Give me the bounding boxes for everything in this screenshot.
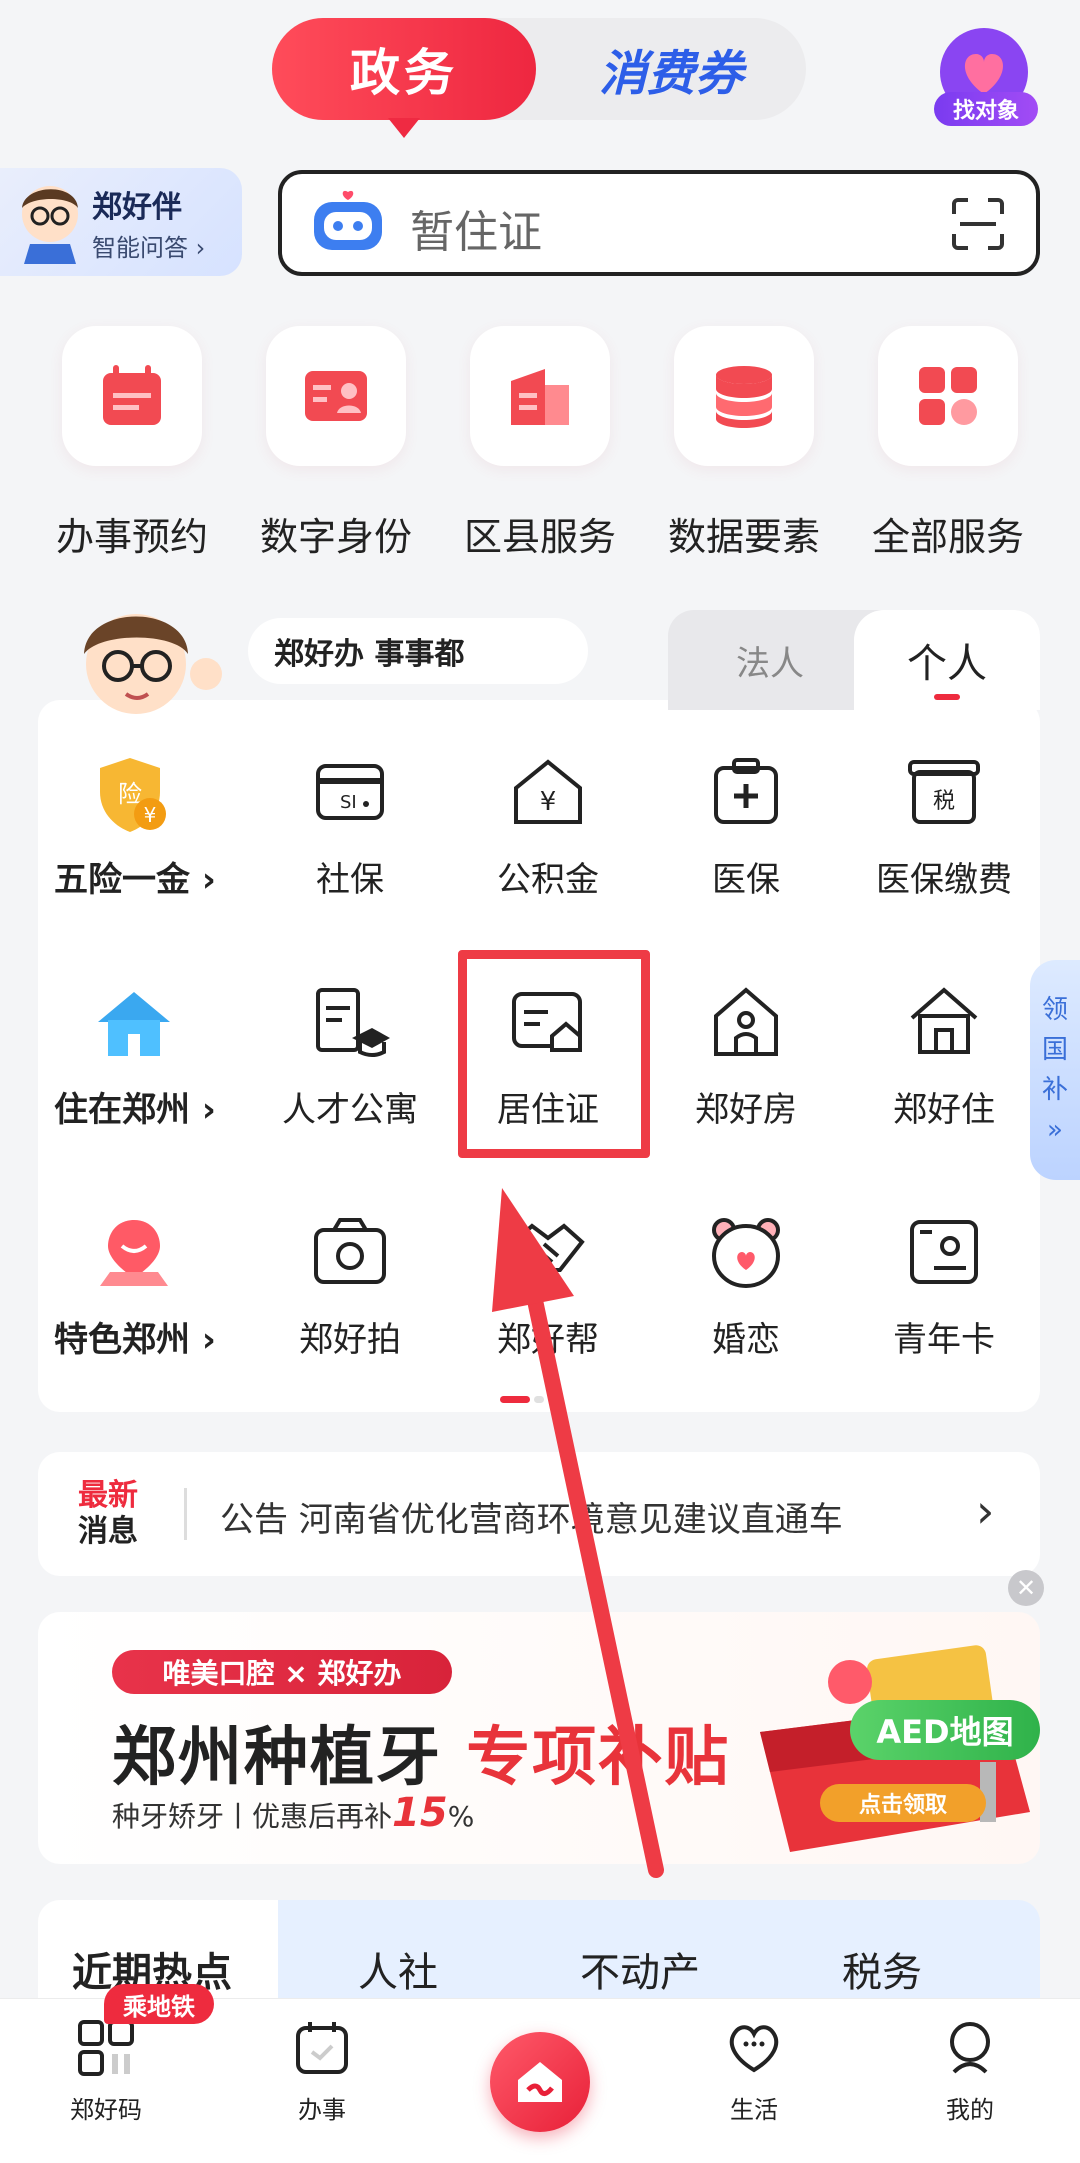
page-indicator-active bbox=[500, 1396, 530, 1403]
home-icon[interactable] bbox=[490, 2032, 590, 2132]
nav-label-affairs[interactable]: 办事 bbox=[262, 2090, 382, 2125]
top-tab-switch: 政务 消费券 bbox=[272, 18, 806, 138]
handshake-icon[interactable] bbox=[508, 1212, 588, 1292]
search-input[interactable]: 暂住证 bbox=[410, 196, 542, 260]
mascot-icon bbox=[84, 614, 222, 714]
service-help[interactable]: 郑好帮 bbox=[448, 1312, 648, 1361]
nav-label-qr[interactable]: 郑好码 bbox=[46, 2090, 166, 2125]
chevron-right-icon: › bbox=[195, 234, 206, 262]
row-label-insurance[interactable]: 五险一金 › bbox=[54, 852, 216, 901]
find-partner-label[interactable]: 找对象 bbox=[934, 92, 1038, 126]
quick-label-appointment[interactable]: 办事预约 bbox=[32, 506, 232, 561]
featured-pin-icon[interactable] bbox=[92, 1212, 176, 1296]
tab-active-indicator bbox=[934, 694, 960, 700]
slogan-pill: 郑好办 事事都 bbox=[248, 618, 588, 684]
robot-icon bbox=[314, 190, 382, 250]
service-photo[interactable]: 郑好拍 bbox=[250, 1312, 450, 1361]
page-indicator-inactive bbox=[534, 1396, 544, 1403]
youth-card-icon[interactable] bbox=[904, 1212, 984, 1292]
tab-legal-person[interactable]: 法人 bbox=[700, 636, 840, 685]
banner-subtitle: 种牙矫牙丨优惠后再补15% bbox=[112, 1790, 475, 1836]
grid-icon[interactable] bbox=[878, 326, 1018, 466]
service-social-security[interactable]: 社保 bbox=[250, 852, 450, 901]
metro-badge[interactable]: 乘地铁 bbox=[104, 1984, 214, 2024]
tab-hr[interactable]: 人社 bbox=[358, 1940, 438, 1998]
profile-icon[interactable] bbox=[910, 2018, 1030, 2078]
nav-label-mine[interactable]: 我的 bbox=[910, 2090, 1030, 2125]
service-zhenghao-stay[interactable]: 郑好住 bbox=[844, 1082, 1044, 1131]
appointment-icon[interactable] bbox=[62, 326, 202, 466]
assistant-title: 郑好伴 bbox=[92, 190, 182, 225]
service-housing-fund[interactable]: 公积金 bbox=[448, 852, 648, 901]
scan-icon[interactable] bbox=[950, 196, 1006, 252]
svg-text:SI: SI bbox=[340, 792, 357, 813]
svg-text:税: 税 bbox=[933, 789, 955, 814]
news-divider bbox=[184, 1488, 187, 1540]
row-label-featured[interactable]: 特色郑州 › bbox=[54, 1312, 216, 1361]
talent-apartment-icon[interactable] bbox=[310, 982, 390, 1062]
tab-coupons[interactable]: 消费券 bbox=[536, 18, 806, 120]
quick-label-data[interactable]: 数据要素 bbox=[644, 506, 844, 561]
aed-map-button[interactable]: AED地图 bbox=[850, 1700, 1040, 1760]
highlight-box bbox=[458, 950, 650, 1158]
bear-heart-icon[interactable] bbox=[706, 1212, 786, 1292]
news-text[interactable]: 公告 河南省优化营商环境意见建议直通车 bbox=[220, 1492, 843, 1541]
housing-fund-icon[interactable]: ¥ bbox=[508, 752, 588, 832]
service-talent-apartment[interactable]: 人才公寓 bbox=[250, 1082, 450, 1131]
assistant-subtitle: 智能问答 › bbox=[92, 234, 206, 262]
zhenghao-house-icon[interactable] bbox=[706, 982, 786, 1062]
calendar-icon[interactable] bbox=[262, 2018, 382, 2078]
claim-button[interactable]: 点击领取 bbox=[820, 1784, 986, 1822]
subsidy-side-tab[interactable]: 领 国 补 » bbox=[1030, 960, 1080, 1180]
service-dating[interactable]: 婚恋 bbox=[646, 1312, 846, 1361]
news-tag: 最新 消息 bbox=[78, 1478, 138, 1549]
chevron-right-icon[interactable]: › bbox=[976, 1484, 994, 1538]
qr-code-icon[interactable] bbox=[46, 2018, 166, 2078]
service-youth-card[interactable]: 青年卡 bbox=[844, 1312, 1044, 1361]
id-card-icon[interactable] bbox=[266, 326, 406, 466]
tab-real-estate[interactable]: 不动产 bbox=[580, 1940, 700, 1998]
house-blue-icon[interactable] bbox=[92, 982, 176, 1066]
assistant-avatar-icon bbox=[22, 186, 78, 264]
service-medical-insurance[interactable]: 医保 bbox=[646, 852, 846, 901]
social-security-icon[interactable]: SI bbox=[310, 752, 390, 832]
close-icon[interactable]: ✕ bbox=[1008, 1570, 1044, 1606]
service-zhenghao-house[interactable]: 郑好房 bbox=[646, 1082, 846, 1131]
tab-tax[interactable]: 税务 bbox=[842, 1940, 922, 1998]
quick-label-digital-id[interactable]: 数字身份 bbox=[236, 506, 436, 561]
banner-title: 郑州种植牙 专项补贴 bbox=[112, 1720, 731, 1795]
medical-insurance-icon[interactable] bbox=[706, 752, 786, 832]
quick-label-district[interactable]: 区县服务 bbox=[440, 506, 640, 561]
row-label-living[interactable]: 住在郑州 › bbox=[54, 1082, 216, 1131]
tax-payment-icon[interactable]: 税 bbox=[904, 752, 984, 832]
insurance-shield-icon[interactable]: 险 ¥ bbox=[88, 752, 172, 836]
database-icon[interactable] bbox=[674, 326, 814, 466]
nav-label-life[interactable]: 生活 bbox=[694, 2090, 814, 2125]
service-medical-payment[interactable]: 医保缴费 bbox=[844, 852, 1044, 901]
camera-icon[interactable] bbox=[310, 1212, 390, 1292]
search-bar[interactable]: 暂住证 bbox=[278, 170, 1040, 276]
zhenghao-stay-icon[interactable] bbox=[904, 982, 984, 1062]
quick-label-all[interactable]: 全部服务 bbox=[848, 506, 1048, 561]
svg-text:¥: ¥ bbox=[540, 787, 557, 817]
tab-government[interactable]: 政务 bbox=[272, 18, 536, 138]
banner-tag: 唯美口腔 × 郑好办 bbox=[112, 1650, 452, 1694]
chat-heart-icon[interactable] bbox=[694, 2018, 814, 2078]
building-icon[interactable] bbox=[470, 326, 610, 466]
svg-text:¥: ¥ bbox=[144, 803, 157, 827]
